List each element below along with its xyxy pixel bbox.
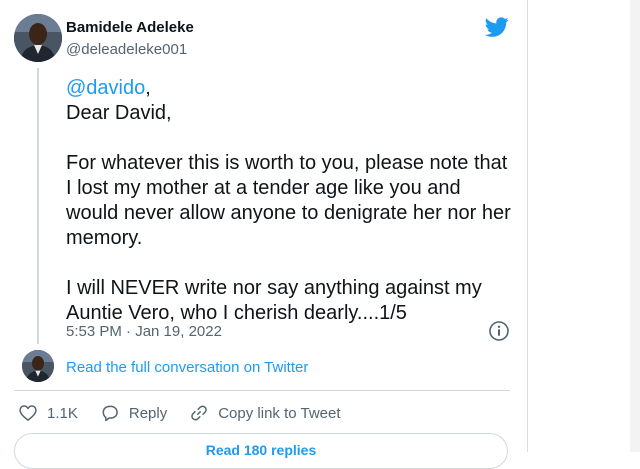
divider (14, 390, 510, 391)
tweet-paragraph-2: I will NEVER write nor say anything agai… (66, 277, 482, 324)
conversation-avatar[interactable] (22, 350, 54, 382)
link-icon (191, 405, 208, 421)
like-count: 1.1K (47, 404, 78, 422)
tweet-actions: 1.1K Reply Copy link to Tweet (18, 402, 363, 424)
like-button[interactable]: 1.1K (18, 403, 78, 423)
copy-link-button[interactable]: Copy link to Tweet (189, 403, 341, 423)
info-icon[interactable] (488, 320, 510, 342)
read-full-conversation-link[interactable]: Read the full conversation on Twitter (66, 359, 308, 376)
heart-icon (19, 405, 37, 421)
page-edge (630, 0, 640, 452)
thread-line (37, 68, 39, 344)
tweet-paragraph-1: For whatever this is worth to you, pleas… (66, 152, 511, 249)
reply-button[interactable]: Reply (100, 403, 167, 423)
twitter-bird-icon[interactable] (485, 15, 509, 39)
mention-link[interactable]: @davido (66, 77, 145, 99)
reply-label: Reply (128, 404, 168, 422)
tweet-text: @davido, Dear David, For whatever this i… (66, 76, 516, 326)
read-replies-button[interactable]: Read 180 replies (14, 433, 508, 469)
mention-suffix: , (145, 77, 151, 99)
author-name[interactable]: Bamidele Adeleke (66, 19, 194, 36)
salutation: Dear David, (66, 102, 172, 124)
copy-link-label: Copy link to Tweet (218, 404, 341, 422)
reply-icon (102, 405, 118, 422)
tweet-card: Bamidele Adeleke @deleadeleke001 @davido… (0, 0, 528, 469)
read-replies-label: Read 180 replies (205, 442, 317, 458)
tweet-timestamp[interactable]: 5:53 PM · Jan 19, 2022 (66, 323, 222, 340)
author-handle[interactable]: @deleadeleke001 (66, 41, 187, 58)
author-avatar[interactable] (14, 14, 62, 62)
